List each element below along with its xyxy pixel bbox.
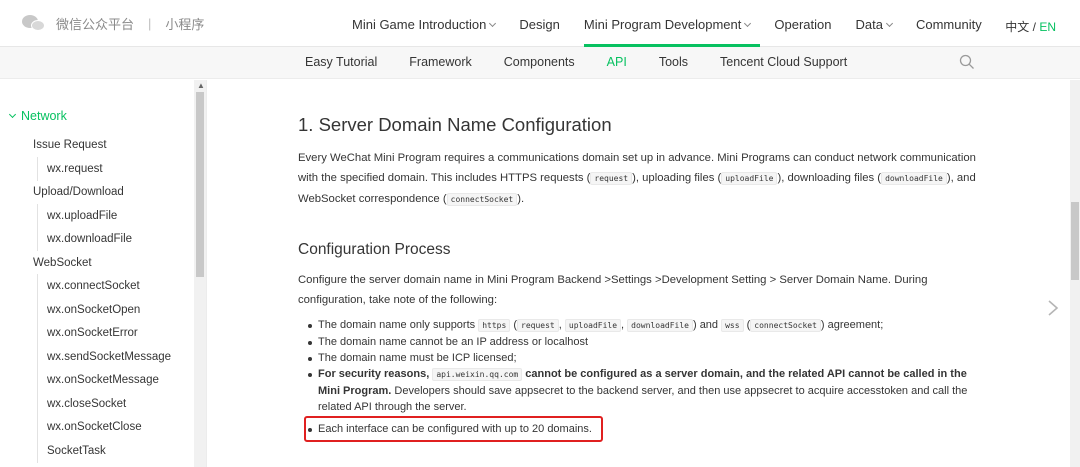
code-downloadfile: downloadFile: [881, 172, 947, 185]
sidebar-item-wx-onsocketmessage[interactable]: wx.onSocketMessage: [37, 368, 159, 392]
code-uploadfile: uploadFile: [564, 319, 622, 332]
code-request: request: [590, 172, 633, 185]
highlight-annotation-box: [304, 416, 603, 442]
brand-section: 小程序: [165, 17, 205, 32]
sidebar-scrollbar[interactable]: ▲: [194, 80, 206, 467]
sidebar-section-network[interactable]: Network: [8, 109, 67, 123]
chevron-down-icon: [489, 19, 497, 28]
sidebar-item-upload-download[interactable]: Upload/Download: [33, 186, 124, 198]
nav-design[interactable]: Design: [507, 0, 571, 47]
code-connectsocket: connectSocket: [750, 319, 821, 332]
top-header: 微信公众平台 | 小程序 Mini Game Introduction Desi…: [0, 0, 1080, 47]
nav-label: Design: [519, 17, 560, 32]
sidebar-item-wx-onsocketclose[interactable]: wx.onSocketClose: [37, 415, 142, 439]
sidebar-item-wx-onsocketopen[interactable]: wx.onSocketOpen: [36, 298, 140, 322]
nav-mini-game-introduction[interactable]: Mini Game Introduction: [340, 0, 507, 47]
language-switch: 中文 / EN: [1005, 18, 1056, 35]
tab-tools[interactable]: Tools: [643, 47, 704, 79]
lang-en-link[interactable]: EN: [1039, 20, 1056, 34]
chevron-down-icon: [8, 110, 17, 119]
sidebar-scroll-thumb[interactable]: [196, 92, 204, 277]
code-downloadfile: downloadFile: [627, 319, 693, 332]
code-request: request: [517, 319, 559, 332]
page-scrollbar[interactable]: [1070, 80, 1080, 467]
sidebar-item-wx-closesocket[interactable]: wx.closeSocket: [36, 392, 126, 416]
code-wss: wss: [721, 319, 744, 332]
brand-name: 微信公众平台: [56, 17, 135, 32]
sidebar-section-label: Network: [21, 109, 67, 123]
api-sidebar: Network Issue Request wx.request Upload/…: [0, 80, 207, 467]
sidebar-item-wx-downloadfile[interactable]: wx.downloadFile: [36, 227, 132, 251]
nav-mini-program-development[interactable]: Mini Program Development: [572, 0, 763, 47]
sidebar-item-sockettask[interactable]: SocketTask: [37, 439, 106, 463]
list-item: The domain name only supports https (req…: [308, 317, 978, 334]
lang-separator: /: [1029, 20, 1040, 34]
page-title: 1. Server Domain Name Configuration: [298, 114, 612, 135]
list-item: For security reasons, api.weixin.qq.com …: [308, 366, 978, 415]
nav-label: Mini Program Development: [583, 17, 742, 32]
nav-data[interactable]: Data: [843, 0, 903, 47]
lang-zh-link[interactable]: 中文: [1005, 20, 1029, 34]
wechat-logo-icon: [22, 14, 46, 33]
tab-api[interactable]: API: [591, 47, 643, 79]
sidebar-item-issue-request[interactable]: Issue Request: [33, 139, 107, 151]
brand[interactable]: 微信公众平台 | 小程序: [22, 14, 204, 33]
doc-content: 1. Server Domain Name Configuration Ever…: [208, 80, 1070, 467]
section-heading: Configuration Process: [298, 241, 451, 258]
brand-separator: |: [148, 16, 152, 31]
chevron-down-icon: [744, 19, 752, 28]
code-api-domain: api.weixin.qq.com: [432, 368, 523, 381]
page-scroll-thumb[interactable]: [1071, 202, 1079, 280]
sidebar-item-wx-sendsocketmessage[interactable]: wx.sendSocketMessage: [36, 345, 171, 369]
list-item: The domain name cannot be an IP address …: [308, 334, 978, 350]
sidebar-item-wx-request[interactable]: wx.request: [37, 157, 103, 181]
nav-label: Mini Game Introduction: [352, 17, 487, 32]
list-item: The domain name must be ICP licensed;: [308, 350, 978, 366]
sidebar-item-wx-onsocketerror[interactable]: wx.onSocketError: [37, 321, 138, 345]
scroll-up-icon[interactable]: ▲: [197, 81, 205, 90]
chevron-right-icon[interactable]: [1045, 299, 1061, 317]
nav-label: Community: [915, 17, 982, 32]
config-paragraph: Configure the server domain name in Mini…: [298, 274, 928, 306]
sidebar-item-wx-connectsocket[interactable]: wx.connectSocket: [37, 274, 140, 298]
nav-operation[interactable]: Operation: [762, 0, 843, 47]
tab-easy-tutorial[interactable]: Easy Tutorial: [289, 47, 393, 79]
sub-nav: Easy Tutorial Framework Components API T…: [0, 47, 1080, 79]
sidebar-item-wx-uploadfile[interactable]: wx.uploadFile: [36, 204, 117, 228]
main-nav: Mini Game Introduction Design Mini Progr…: [340, 0, 994, 47]
intro-paragraph: Every WeChat Mini Program requires a com…: [298, 152, 976, 206]
nav-community[interactable]: Community: [904, 0, 994, 47]
chevron-down-icon: [885, 19, 893, 28]
tab-components[interactable]: Components: [488, 47, 591, 79]
sidebar-item-websocket[interactable]: WebSocket: [33, 257, 92, 269]
tab-framework[interactable]: Framework: [393, 47, 488, 79]
code-https: https: [478, 319, 511, 332]
nav-label: Data: [855, 17, 883, 32]
nav-label: Operation: [774, 17, 832, 32]
code-uploadfile: uploadFile: [721, 172, 778, 185]
search-icon[interactable]: [959, 54, 975, 70]
code-connectsocket: connectSocket: [446, 193, 518, 206]
tab-tencent-cloud-support[interactable]: Tencent Cloud Support: [704, 47, 863, 79]
